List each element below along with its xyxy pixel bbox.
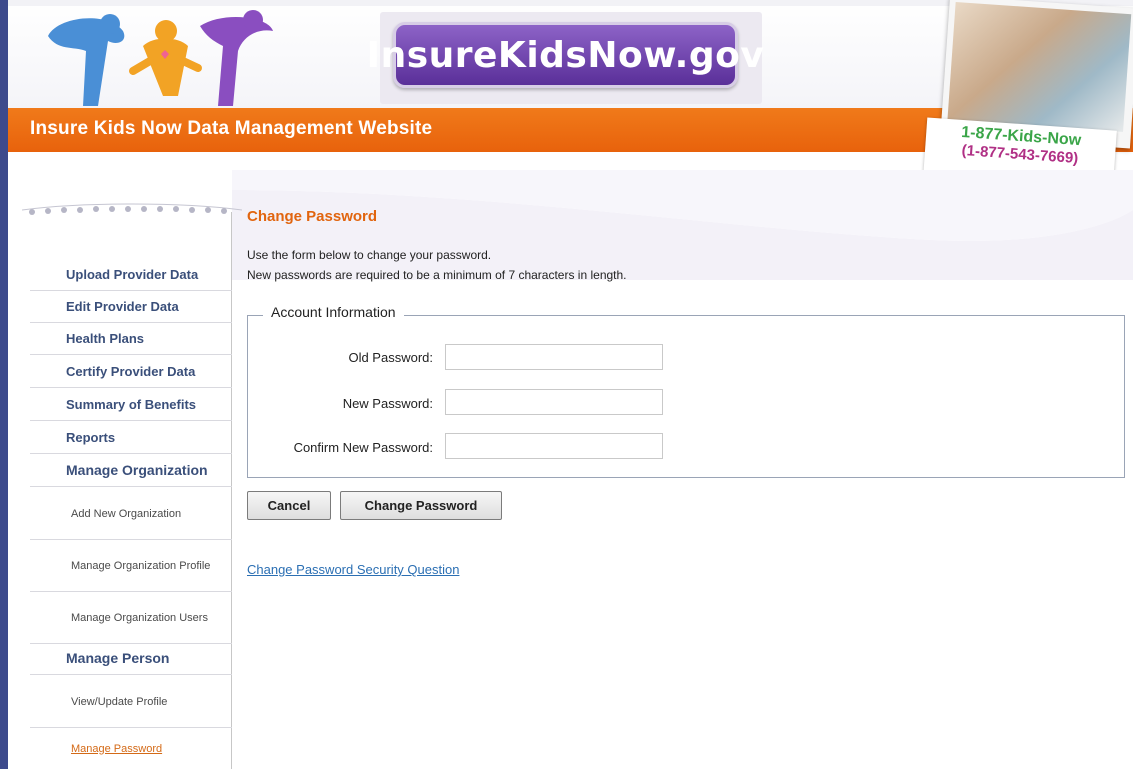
- sidebar-item-upload-provider-data[interactable]: Upload Provider Data: [30, 258, 232, 291]
- sidebar-section-label: Manage Organization: [66, 462, 208, 478]
- sidebar-subitem-manage-password[interactable]: Manage Password: [30, 728, 232, 769]
- notebook-rings: [22, 203, 242, 215]
- change-password-button[interactable]: Change Password: [340, 491, 502, 520]
- sidebar-item-summary-of-benefits[interactable]: Summary of Benefits: [30, 388, 232, 421]
- site-title: Insure Kids Now Data Management Website: [30, 118, 433, 139]
- sidebar-subitem-manage-organization-users[interactable]: Manage Organization Users: [30, 592, 232, 644]
- confirm-password-field[interactable]: [445, 433, 663, 459]
- new-password-field[interactable]: [445, 389, 663, 415]
- sidebar-item-certify-provider-data[interactable]: Certify Provider Data: [30, 355, 232, 388]
- sidebar-item-label: Upload Provider Data: [66, 266, 199, 282]
- sidebar-section-label: Manage Person: [66, 650, 170, 666]
- old-password-field[interactable]: [445, 344, 663, 370]
- sidebar-item-label: Edit Provider Data: [66, 298, 179, 314]
- left-border: [0, 0, 8, 769]
- sidebar-section-manage-organization[interactable]: Manage Organization: [30, 454, 232, 487]
- fieldset-legend: Account Information: [263, 304, 404, 320]
- sidebar-item-label: Certify Provider Data: [66, 363, 196, 379]
- sidebar-item-health-plans[interactable]: Health Plans: [30, 322, 232, 355]
- page-title: Change Password: [247, 208, 378, 225]
- sidebar-item-edit-provider-data[interactable]: Edit Provider Data: [30, 290, 232, 323]
- kids-figures-logo: [48, 10, 273, 107]
- sidebar-subitem-label: Manage Organization Users: [71, 611, 208, 624]
- sidebar-subitem-view-update-profile[interactable]: View/Update Profile: [30, 676, 232, 728]
- confirm-password-label: Confirm New Password:: [293, 440, 433, 455]
- sidebar-item-label: Summary of Benefits: [66, 396, 197, 412]
- sidebar-item-reports[interactable]: Reports: [30, 421, 232, 454]
- sidebar-section-manage-person[interactable]: Manage Person: [30, 642, 232, 675]
- sidebar-subitem-label: Manage Organization Profile: [71, 559, 211, 572]
- cancel-button[interactable]: Cancel: [247, 491, 331, 520]
- sidebar-subitem-label: Add New Organization: [71, 507, 182, 520]
- old-password-label: Old Password:: [348, 350, 433, 365]
- new-password-label: New Password:: [342, 396, 433, 411]
- brand-text: InsureKidsNow.gov: [366, 34, 765, 76]
- intro-line-2: New passwords are required to be a minim…: [247, 268, 627, 282]
- sidebar-subitem-manage-organization-profile[interactable]: Manage Organization Profile: [30, 540, 232, 592]
- sidebar-subitem-label: Manage Password: [71, 742, 163, 755]
- sidebar-subitem-label: View/Update Profile: [71, 695, 168, 708]
- brand-logo[interactable]: InsureKidsNow.gov: [367, 22, 764, 88]
- sidebar-item-label: Reports: [66, 429, 116, 445]
- intro-line-1: Use the form below to change your passwo…: [247, 248, 492, 262]
- intro-text: Use the form below to change your passwo…: [247, 245, 627, 285]
- sidebar-item-label: Health Plans: [66, 330, 145, 346]
- sidebar-subitem-add-new-organization[interactable]: Add New Organization: [30, 488, 232, 540]
- photo-image: [947, 1, 1132, 132]
- change-security-question-link[interactable]: Change Password Security Question: [247, 562, 459, 577]
